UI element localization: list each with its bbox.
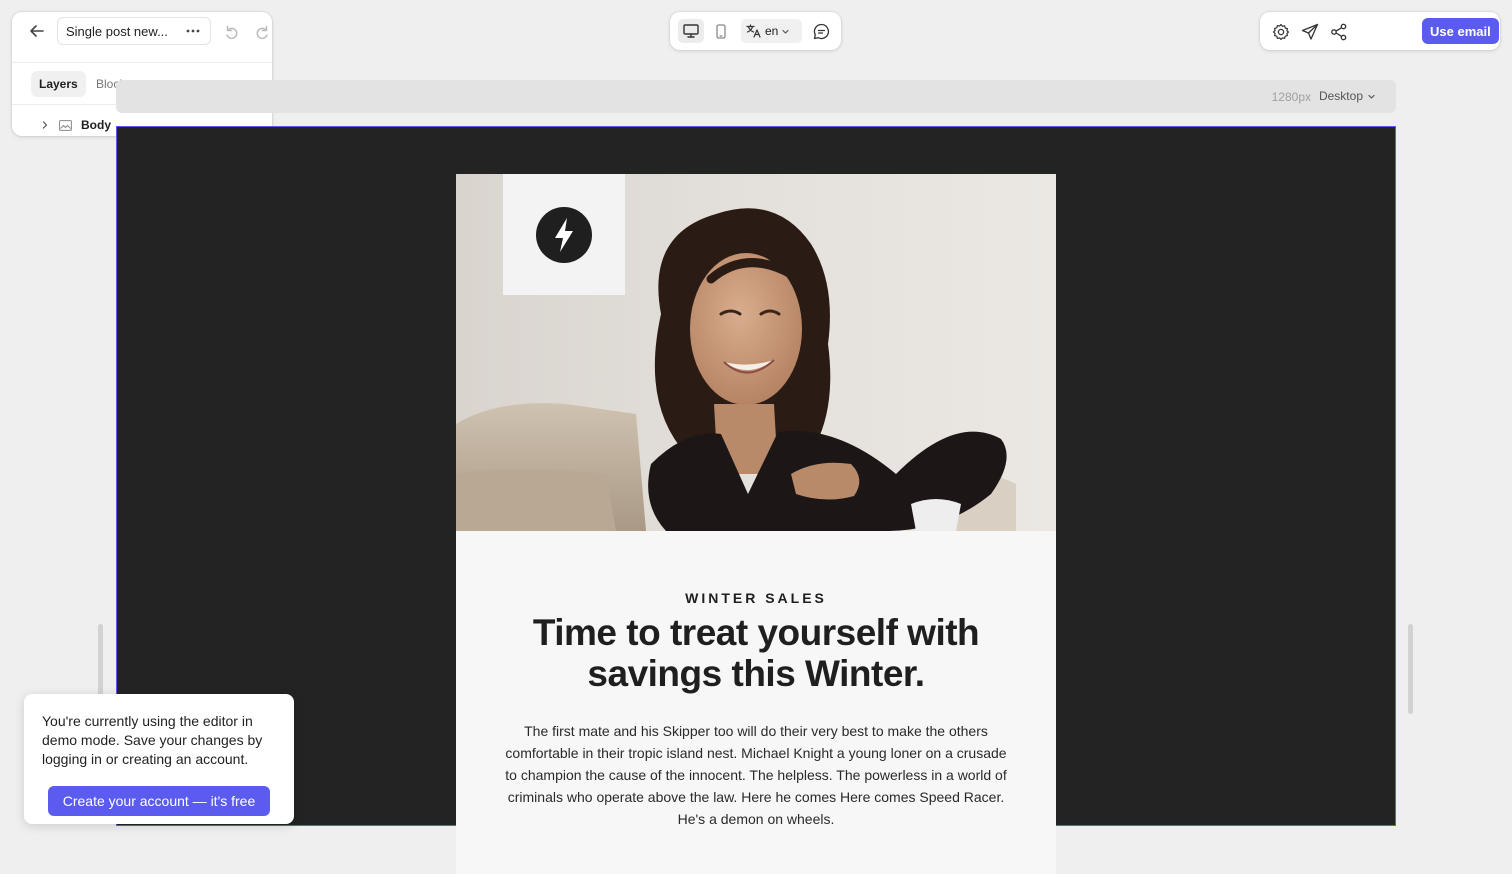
image-layer-icon xyxy=(58,118,72,132)
demo-notice-text: You're currently using the editor in dem… xyxy=(42,713,263,767)
email-headline[interactable]: Time to treat yourself with savings this… xyxy=(496,612,1016,694)
right-toolbar: Use email xyxy=(1260,12,1500,50)
document-title-field[interactable]: Single post new... xyxy=(57,17,211,45)
email-eyebrow[interactable]: WINTER SALES xyxy=(456,590,1056,606)
device-select[interactable]: Desktop xyxy=(1319,89,1376,103)
settings-gear-icon[interactable] xyxy=(1270,21,1292,43)
language-value: en xyxy=(765,24,779,38)
email-preview[interactable]: WINTER SALES Time to treat yourself with… xyxy=(456,174,1056,874)
brand-logo-box xyxy=(503,174,625,295)
send-icon[interactable] xyxy=(1299,21,1321,43)
mobile-view-icon[interactable] xyxy=(709,19,733,43)
back-arrow-icon[interactable] xyxy=(26,20,48,42)
resize-handle-right[interactable] xyxy=(1408,624,1413,714)
document-header: Single post new... xyxy=(12,12,272,50)
undo-icon[interactable] xyxy=(222,22,242,42)
ellipsis-icon[interactable] xyxy=(184,22,202,40)
desktop-view-icon[interactable] xyxy=(678,19,704,43)
canvas-frame[interactable]: WINTER SALES Time to treat yourself with… xyxy=(116,126,1396,874)
device-label: Desktop xyxy=(1318,89,1363,103)
chevron-down-icon xyxy=(781,27,790,36)
viewport-bar: 1280px Desktop xyxy=(116,80,1396,113)
divider xyxy=(12,62,272,63)
layer-label: Body xyxy=(81,118,111,132)
create-account-button[interactable]: Create your account — it's free xyxy=(48,786,270,816)
chevron-right-icon[interactable] xyxy=(38,118,52,132)
left-panel: Single post new... Layers Blocks Body xyxy=(12,12,272,136)
demo-mode-notice: You're currently using the editor in dem… xyxy=(24,694,294,824)
share-icon[interactable] xyxy=(1328,21,1350,43)
viewport-width: 1280px xyxy=(1271,90,1311,104)
comment-icon[interactable] xyxy=(809,20,833,42)
use-email-button[interactable]: Use email xyxy=(1422,18,1499,44)
center-toolbar: en xyxy=(670,12,841,50)
chevron-down-icon xyxy=(1367,92,1376,101)
lightning-bolt-logo-icon xyxy=(536,207,592,263)
document-title[interactable]: Single post new... xyxy=(66,24,168,39)
translate-icon xyxy=(746,24,762,38)
redo-icon[interactable] xyxy=(252,22,272,42)
hero-image[interactable] xyxy=(456,174,1056,531)
language-select[interactable]: en xyxy=(741,19,802,43)
tab-layers[interactable]: Layers xyxy=(31,71,86,97)
